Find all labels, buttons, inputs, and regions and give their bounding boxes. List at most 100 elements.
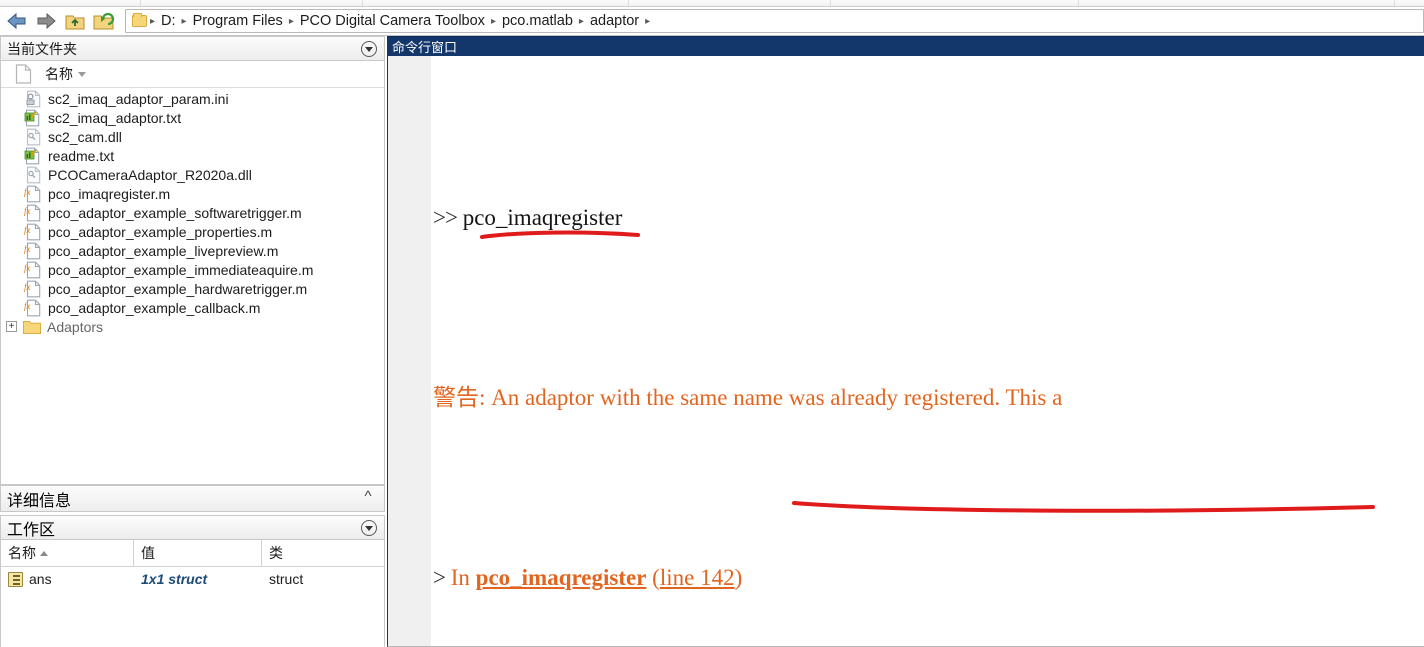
folder-icon: [22, 318, 42, 335]
file-row[interactable]: fx pco_adaptor_example_immediateaquire.m: [1, 260, 384, 279]
prompt-symbol: >>: [433, 205, 458, 230]
function-link[interactable]: pco_imaqregister: [476, 565, 647, 590]
file-name-label: pco_adaptor_example_softwaretrigger.m: [48, 204, 302, 221]
left-column: 当前文件夹 名称 sc2_imaq_adaptor_param.ini sc2_i…: [0, 36, 385, 647]
breadcrumb-separator: ▸: [288, 15, 294, 27]
breadcrumb-separator: ▸: [578, 15, 584, 27]
matlab-ide-window: ▸ D: ▸ Program Files ▸ PCO Digital Camer…: [0, 0, 1424, 647]
folder-icon: [132, 13, 147, 27]
stack-prefix: In: [444, 565, 476, 590]
file-name-label: readme.txt: [48, 147, 115, 164]
file-row[interactable]: fx pco_adaptor_example_softwaretrigger.m: [1, 203, 384, 222]
file-name-label: pco_adaptor_example_properties.m: [48, 223, 273, 240]
folder-row[interactable]: + Adaptors: [1, 317, 384, 336]
navigation-buttons: [0, 10, 117, 32]
workspace-column-header: 名称 值 类: [1, 540, 384, 567]
breadcrumb-item-4[interactable]: adaptor: [585, 13, 644, 29]
breadcrumb-item-2[interactable]: PCO Digital Camera Toolbox: [295, 13, 490, 29]
file-row[interactable]: sc2_cam.dll: [1, 127, 384, 146]
stack-mid: (: [646, 565, 660, 590]
svg-text:fx: fx: [24, 263, 31, 273]
file-name-label: pco_adaptor_example_immediateaquire.m: [48, 261, 314, 278]
svg-text:fx: fx: [24, 244, 31, 254]
file-name-label: sc2_imaq_adaptor.txt: [48, 109, 182, 126]
file-row[interactable]: fx pco_adaptor_example_livepreview.m: [1, 241, 384, 260]
output-line-stack: > In pco_imaqregister (line 142): [433, 555, 1424, 600]
command-window: 命令行窗口 >> pco_imaqregister 警告: An adaptor…: [387, 36, 1424, 647]
refresh-folder-icon[interactable]: [91, 10, 117, 32]
breadcrumb-separator: ▸: [645, 15, 651, 27]
breadcrumb-item-1[interactable]: Program Files: [188, 13, 288, 29]
file-row[interactable]: fx pco_adaptor_example_hardwaretrigger.m: [1, 279, 384, 298]
file-row[interactable]: readme.txt: [1, 146, 384, 165]
workspace-table[interactable]: 名称 值 类 ans 1x1 struct struct: [0, 540, 385, 647]
workspace-title: 工作区: [7, 521, 56, 539]
file-column-icon: [1, 64, 45, 84]
output-line: >> pco_imaqregister: [433, 195, 1424, 240]
command-window-output[interactable]: >> pco_imaqregister 警告: An adaptor with …: [433, 56, 1424, 646]
panel-options-icon[interactable]: [361, 41, 377, 57]
file-row[interactable]: fx pco_adaptor_example_callback.m: [1, 298, 384, 317]
workspace-panel-header: 工作区: [0, 515, 385, 540]
file-row[interactable]: sc2_imaq_adaptor.txt: [1, 108, 384, 127]
workspace-col-name[interactable]: 名称: [1, 540, 134, 566]
expand-folder-icon[interactable]: +: [6, 321, 17, 332]
matlab-m-file-icon: fx: [23, 261, 43, 279]
current-folder-file-list[interactable]: 名称 sc2_imaq_adaptor_param.ini sc2_imaq_ad…: [0, 61, 385, 485]
ribbon-sliver: [0, 0, 1424, 7]
svg-text:fx: fx: [24, 206, 31, 216]
forward-arrow-icon[interactable]: [33, 10, 59, 32]
workspace-col-class[interactable]: 类: [262, 540, 384, 566]
file-row[interactable]: fx pco_adaptor_example_properties.m: [1, 222, 384, 241]
column-header-name[interactable]: 名称: [45, 64, 86, 84]
sort-ascending-icon: [40, 550, 48, 556]
line-number-link[interactable]: line 142: [660, 565, 735, 590]
matlab-m-file-icon: fx: [23, 223, 43, 241]
workspace-col-value[interactable]: 值: [134, 540, 262, 566]
text-file-icon: [23, 147, 43, 165]
table-row[interactable]: ans 1x1 struct struct: [1, 567, 384, 591]
file-row[interactable]: fx pco_imaqregister.m: [1, 184, 384, 203]
warning-text: 警告: An adaptor with the same name was al…: [433, 385, 1063, 410]
file-row[interactable]: PCOCameraAdaptor_R2020a.dll: [1, 165, 384, 184]
file-name-label: sc2_imaq_adaptor_param.ini: [48, 90, 229, 107]
breadcrumb-item-3[interactable]: pco.matlab: [497, 13, 578, 29]
dll-file-icon: [23, 166, 43, 184]
workspace-col-value-label: 值: [141, 545, 155, 561]
prompt-symbol: >: [433, 565, 446, 590]
file-rows-container: sc2_imaq_adaptor_param.ini sc2_imaq_adapt…: [1, 88, 384, 336]
svg-text:fx: fx: [24, 187, 31, 197]
breadcrumb[interactable]: ▸ D: ▸ Program Files ▸ PCO Digital Camer…: [125, 9, 1424, 33]
workspace-row-name: ans: [29, 571, 52, 587]
svg-text:fx: fx: [24, 225, 31, 235]
text-file-icon: [23, 109, 43, 127]
workspace-options-icon[interactable]: [361, 520, 377, 536]
struct-variable-icon: [8, 571, 23, 587]
chevron-up-icon[interactable]: ^: [360, 489, 376, 505]
breadcrumb-item-0[interactable]: D:: [156, 13, 181, 29]
command-text: pco_imaqregister: [456, 205, 623, 230]
breadcrumb-separator: ▸: [490, 15, 496, 27]
command-window-body[interactable]: >> pco_imaqregister 警告: An adaptor with …: [387, 56, 1424, 647]
file-name-label: pco_adaptor_example_livepreview.m: [48, 242, 279, 259]
matlab-m-file-icon: fx: [23, 204, 43, 222]
up-folder-icon[interactable]: [62, 10, 88, 32]
back-arrow-icon[interactable]: [4, 10, 30, 32]
column-header-name-label: 名称: [45, 66, 73, 82]
file-name-label: Adaptors: [47, 318, 104, 335]
sort-descending-icon: [78, 71, 86, 77]
command-window-gutter: [388, 56, 431, 646]
address-toolbar: ▸ D: ▸ Program Files ▸ PCO Digital Camer…: [0, 7, 1424, 36]
breadcrumb-separator: ▸: [150, 15, 156, 27]
file-name-label: pco_adaptor_example_callback.m: [48, 299, 261, 316]
file-row[interactable]: sc2_imaq_adaptor_param.ini: [1, 89, 384, 108]
dll-file-icon: [23, 128, 43, 146]
ini-file-icon: [23, 90, 43, 108]
matlab-m-file-icon: fx: [23, 299, 43, 317]
file-name-label: pco_adaptor_example_hardwaretrigger.m: [48, 280, 308, 297]
command-window-title-bar: 命令行窗口: [387, 36, 1424, 56]
file-name-label: pco_imaqregister.m: [48, 185, 171, 202]
file-list-column-header: 名称: [1, 61, 384, 88]
stack-suffix: ): [734, 565, 743, 590]
file-name-label: sc2_cam.dll: [48, 128, 122, 145]
